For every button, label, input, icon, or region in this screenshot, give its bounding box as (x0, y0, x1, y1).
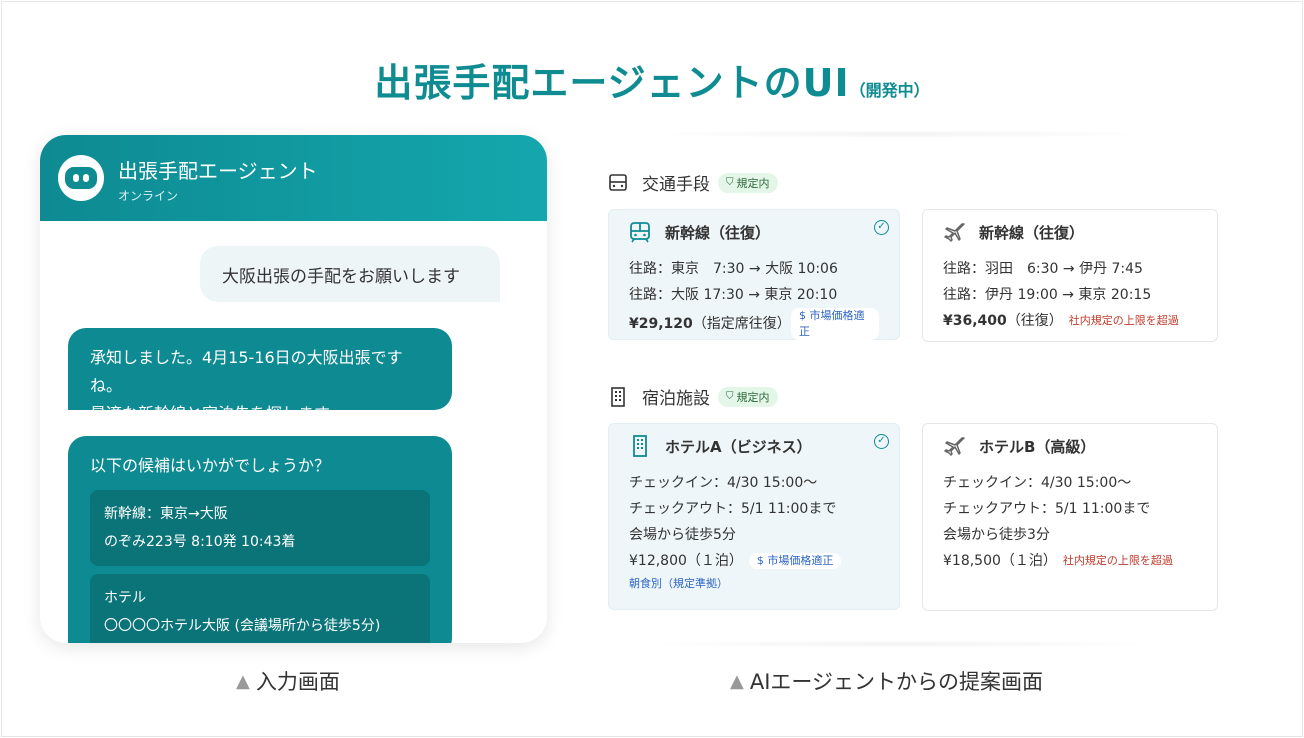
status-badge: ⛉ 規定内 (718, 386, 778, 407)
market-price-tag: $ 市場価格適正 (748, 553, 842, 569)
card-line: チェックイン：4/30 15:00〜 (943, 475, 1132, 491)
card-line: 往路：羽田 6:30 → 伊丹 7:45 (943, 261, 1143, 277)
card-title: 新幹線（往復） (979, 223, 1085, 242)
robot-icon (58, 155, 104, 201)
card-line: 往路：東京 7:30 → 大阪 10:06 (629, 261, 838, 277)
price: ¥18,500（１泊） (943, 553, 1057, 569)
breakfast-note: 朝食別（規定準拠） (629, 577, 728, 590)
page-title-sub: （開発中） (849, 81, 930, 100)
triangle-icon: ▲ (730, 670, 744, 692)
check-icon: ✓ (874, 220, 889, 235)
transport-alternative-card[interactable]: 新幹線（往復） 往路：羽田 6:30 → 伊丹 7:45 往路：伊丹 19:00… (922, 209, 1218, 342)
airplane-icon (944, 223, 965, 242)
card-title: 新幹線（往復） (665, 223, 771, 242)
caption-right: ▲ AIエージェントからの提案画面 (730, 666, 1043, 696)
card-title: ホテルA（ビジネス） (665, 437, 812, 456)
card-line: チェックアウト：5/1 11:00まで (943, 501, 1151, 517)
bot-message: 承知しました。4月15-16日の大阪出張ですね。 最適な新幹線と宿泊先を探します… (68, 328, 452, 423)
transport-recommended-card[interactable]: ✓ 新幹線（往復） 往路：東京 7:30 → 大阪 10:06 往路：大阪 17… (608, 209, 900, 340)
train-icon (609, 173, 627, 191)
card-line: 会場から徒歩3分 (943, 527, 1050, 543)
bot-message-line: 承知しました。4月15-16日の大阪出張ですね。 (90, 348, 403, 395)
building-icon (611, 386, 625, 407)
status-badge: ⛉ 規定内 (718, 172, 778, 193)
price: ¥29,120 (629, 316, 693, 332)
card-line: チェックアウト：5/1 11:00まで (629, 501, 837, 517)
user-message: 大阪出張の手配をお願いします (200, 246, 500, 302)
lodging-section-header: 宿泊施設 ⛉ 規定内 (608, 384, 778, 409)
price: ¥36,400 (943, 313, 1007, 329)
page-title-text: 出張手配エージェントのUI (374, 61, 850, 105)
transport-label: 交通手段 (642, 175, 710, 195)
card-line: 会場から徒歩5分 (629, 527, 736, 543)
building-icon (633, 435, 647, 457)
lodging-alternative-card[interactable]: ホテルB（高級） チェックイン：4/30 15:00〜 チェックアウト：5/1 … (922, 423, 1218, 611)
triangle-icon: ▲ (236, 670, 250, 692)
divider-shadow (640, 130, 1160, 138)
badge-text: 規定内 (736, 390, 770, 404)
caption-left: ▲ 入力画面 (236, 666, 340, 696)
caption-text: AIエージェントからの提案画面 (749, 670, 1043, 694)
bot-message-line: 最適な新幹線と宿泊先を探します。 (90, 404, 345, 423)
caption-text: 入力画面 (255, 670, 340, 694)
over-limit-tag: 社内規定の上限を超過 (1068, 314, 1179, 327)
shield-icon: ⛉ (726, 391, 734, 402)
chat-status: オンライン (118, 189, 179, 203)
check-icon: ✓ (874, 434, 889, 449)
card-line: 往路：伊丹 19:00 → 東京 20:15 (943, 287, 1152, 303)
price-line: ¥18,500（１泊） 社内規定の上限を超過 (943, 548, 1197, 574)
card-title: ホテルB（高級） (979, 437, 1096, 456)
shield-icon: ⛉ (726, 177, 734, 188)
lodging-label: 宿泊施設 (642, 389, 710, 409)
market-price-tag: $ 市場価格適正 (791, 308, 879, 340)
lodging-recommended-card[interactable]: ✓ ホテルA（ビジネス） チェックイン：4/30 15:00〜 チェックアウト：… (608, 423, 900, 610)
price-line: ¥36,400 （往復） 社内規定の上限を超過 (943, 308, 1197, 334)
price-line: ¥12,800（１泊） $ 市場価格適正 (629, 548, 879, 574)
price: ¥12,800（１泊） (629, 553, 743, 569)
price-note: （指定席往復） (692, 316, 791, 332)
airplane-icon (944, 437, 965, 456)
over-limit-tag: 社内規定の上限を超過 (1062, 554, 1173, 567)
chat-header: 出張手配エージェント オンライン (40, 135, 547, 221)
train-icon (630, 222, 650, 243)
transport-section-header: 交通手段 ⛉ 規定内 (608, 170, 778, 195)
page-title: 出張手配エージェントのUI（開発中） (0, 52, 1304, 107)
price-line: ¥29,120 （指定席往復） $ 市場価格適正 (629, 308, 879, 340)
badge-text: 規定内 (736, 176, 770, 190)
divider-shadow (640, 640, 1160, 648)
card-line: 往路：大阪 17:30 → 東京 20:10 (629, 287, 838, 303)
card-line: チェックイン：4/30 15:00〜 (629, 475, 818, 491)
chat-title: 出張手配エージェント (118, 159, 318, 183)
price-note: （往復） (1006, 313, 1063, 329)
